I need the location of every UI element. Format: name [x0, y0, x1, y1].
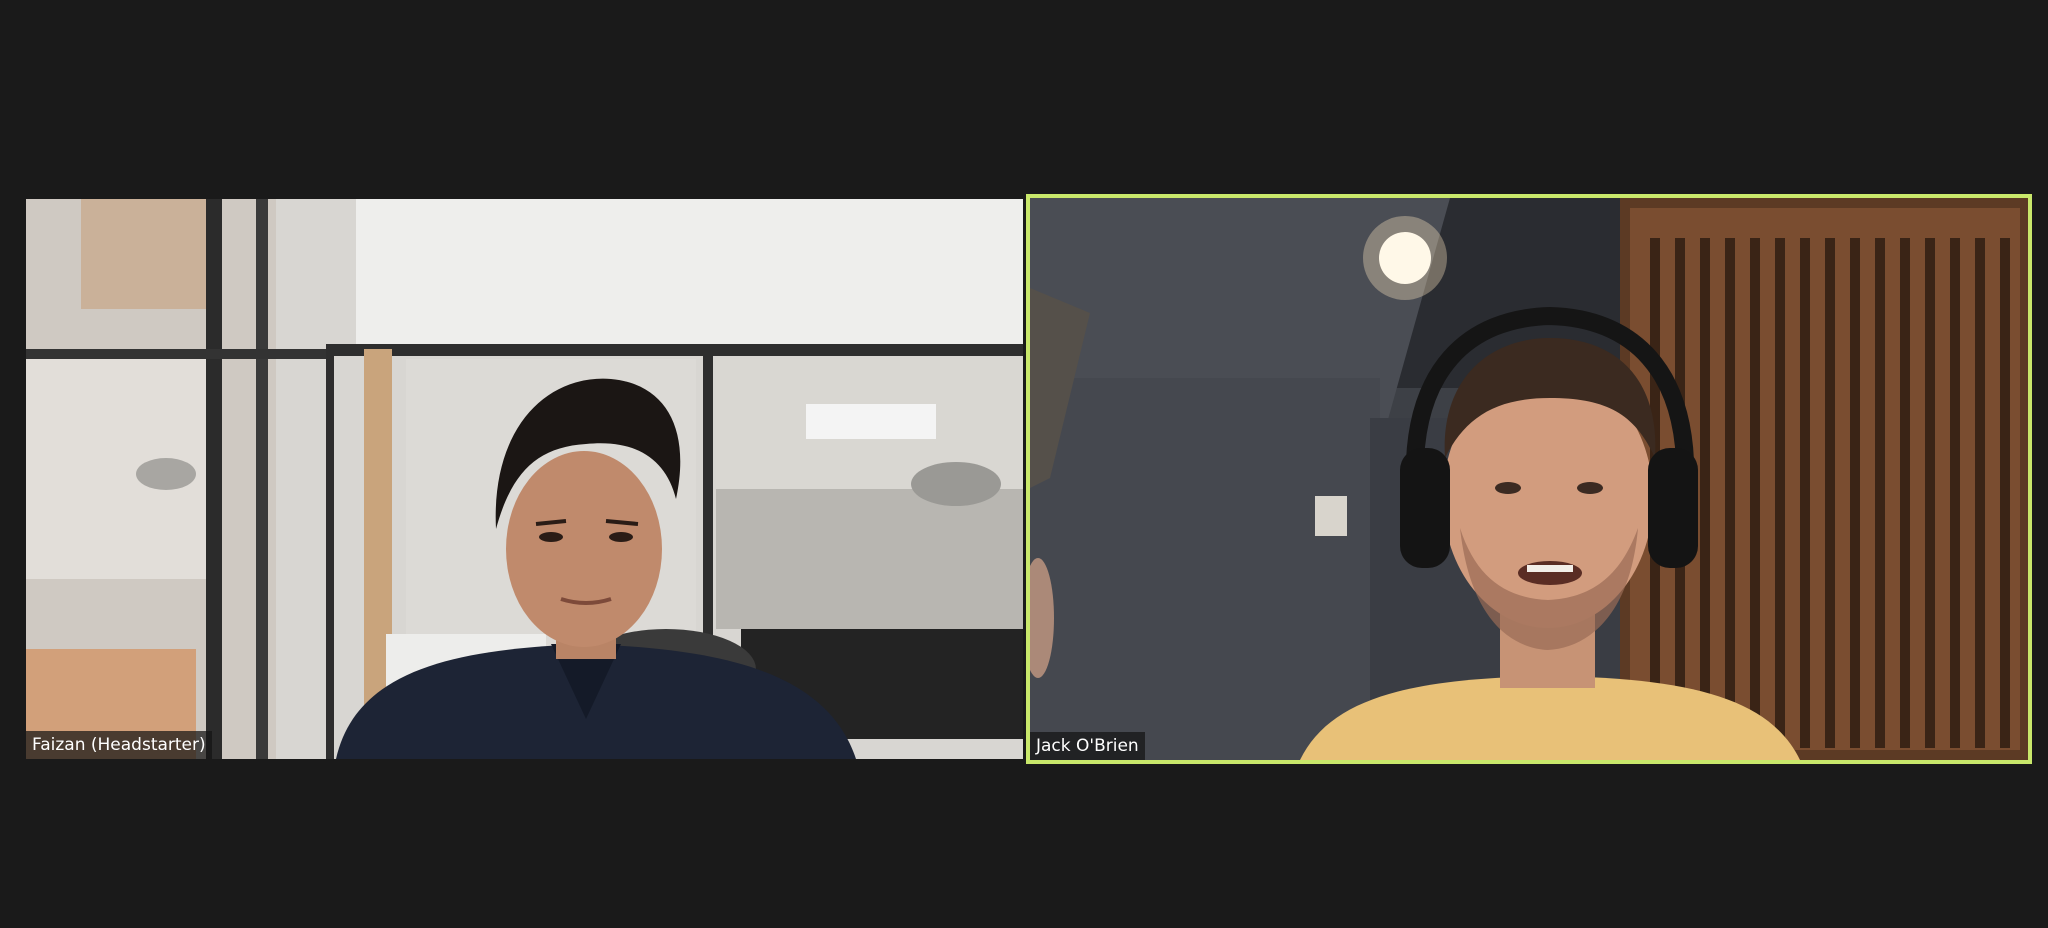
participant-name-tag: Jack O'Brien — [1030, 732, 1145, 760]
participant-video-jack-obrien — [1030, 198, 2028, 760]
participant-name-tag: Faizan (Headstarter) — [26, 731, 212, 759]
participant-tile-faizan[interactable]: Faizan (Headstarter) — [26, 199, 1023, 759]
meeting-gallery-view: Faizan (Headstarter) Jack O'Brien — [0, 0, 2048, 928]
participant-video-faizan — [26, 199, 1023, 759]
participant-tile-jack-obrien[interactable]: Jack O'Brien — [1026, 194, 2032, 764]
